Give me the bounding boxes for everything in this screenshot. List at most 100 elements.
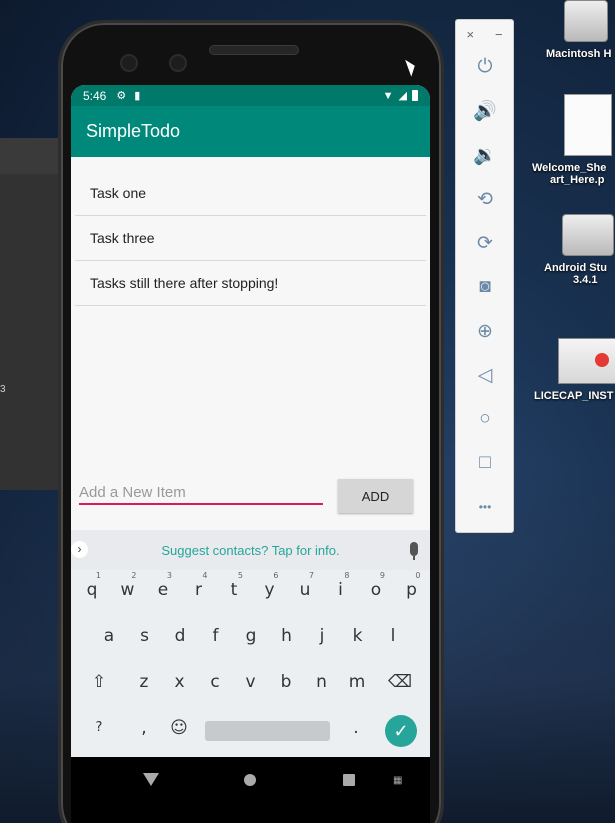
keyboard-row-1: q1w2e3r4t5y6u7i8o9p0 (71, 570, 430, 616)
emoji-key-icon[interactable]: ☺ (164, 708, 194, 748)
desktop-icon-welcome[interactable]: Welcome_She art_Here.p (532, 94, 615, 186)
recents-square-icon[interactable] (343, 774, 355, 786)
key-g[interactable]: g (236, 616, 266, 656)
key-u[interactable]: u7 (290, 570, 320, 610)
desktop-icon-android-studio[interactable]: Android Stu 3.4.1 (540, 214, 615, 286)
key-t[interactable]: t5 (219, 570, 249, 610)
contacts-suggestion[interactable]: Suggest contacts? Tap for info. (71, 543, 430, 558)
minimize-icon[interactable]: − (495, 27, 503, 42)
keyboard-row-4: ?123 , ☺ . ✓ (71, 708, 430, 775)
space-key[interactable] (205, 721, 330, 741)
app-title: SimpleTodo (86, 121, 181, 141)
more-options-icon[interactable]: ••• (470, 492, 500, 522)
key-hint: 8 (344, 571, 350, 580)
key-x[interactable]: x (165, 662, 195, 702)
shift-key-icon[interactable]: ⇧ (84, 662, 114, 702)
volume-up-icon[interactable]: 🔊 (470, 96, 500, 126)
phone-screen: 5:46 ⚙ ▮ ▼ ◢ SimpleTodo Task one Task th… (71, 85, 430, 823)
home-icon[interactable]: ○ (470, 404, 500, 434)
volume-down-icon[interactable]: 🔉 (470, 140, 500, 170)
sd-card-icon: ▮ (134, 90, 141, 102)
key-v[interactable]: v (236, 662, 266, 702)
emulator-toolbar: × − ⏻ 🔊 🔉 ⟲ ⟳ ◙ ⊕ ◁ ○ □ ••• (455, 19, 514, 533)
microphone-icon[interactable] (410, 542, 418, 560)
settings-icon: ⚙ (116, 90, 127, 102)
disk-image-icon (562, 214, 614, 256)
hard-drive-icon (564, 0, 608, 42)
key-p[interactable]: p0 (397, 570, 427, 610)
installer-icon (558, 338, 615, 384)
back-triangle-icon[interactable] (143, 773, 159, 786)
key-n[interactable]: n (307, 662, 337, 702)
key-w[interactable]: w2 (113, 570, 143, 610)
desktop-icon-macintosh-hd[interactable]: Macintosh H (534, 0, 615, 60)
key-i[interactable]: i8 (326, 570, 356, 610)
wifi-icon: ▼ (382, 89, 394, 102)
key-hint: 5 (237, 571, 243, 580)
key-j[interactable]: j (307, 616, 337, 656)
key-h[interactable]: h (272, 616, 302, 656)
key-c[interactable]: c (200, 662, 230, 702)
home-circle-icon[interactable] (244, 774, 256, 786)
zoom-icon[interactable]: ⊕ (470, 316, 500, 346)
soft-keyboard: › Suggest contacts? Tap for info. q1w2e3… (71, 530, 430, 775)
key-s[interactable]: s (130, 616, 160, 656)
system-nav-bar: ▦ (71, 757, 430, 823)
key-hint: 2 (131, 571, 137, 580)
key-b[interactable]: b (271, 662, 301, 702)
task-list: Task one Task three Tasks still there af… (71, 171, 430, 306)
key-hint: 7 (308, 571, 314, 580)
key-hint: 6 (273, 571, 279, 580)
comma-key[interactable]: , (129, 708, 159, 748)
add-item-row: ADD (71, 477, 430, 517)
enter-check-icon[interactable]: ✓ (385, 715, 417, 747)
desktop-icon-label: 3.4.1 (573, 274, 598, 286)
overview-icon[interactable]: □ (470, 448, 500, 478)
keyboard-switch-icon[interactable]: ▦ (393, 775, 402, 786)
desktop-icon-label: Macintosh H (546, 48, 612, 60)
key-d[interactable]: d (165, 616, 195, 656)
status-time: 5:46 (83, 88, 107, 103)
key-hint: 4 (202, 571, 208, 580)
signal-icon: ◢ (398, 90, 407, 102)
suggestion-strip: › Suggest contacts? Tap for info. (71, 530, 430, 570)
list-item[interactable]: Tasks still there after stopping! (75, 261, 426, 306)
power-icon[interactable]: ⏻ (470, 52, 500, 82)
close-icon[interactable]: × (466, 27, 474, 42)
list-item[interactable]: Task three (75, 216, 426, 261)
key-l[interactable]: l (378, 616, 408, 656)
camera-screenshot-icon[interactable]: ◙ (470, 272, 500, 302)
key-y[interactable]: y6 (255, 570, 285, 610)
backspace-key-icon[interactable]: ⌫ (385, 662, 415, 702)
period-key[interactable]: . (341, 708, 371, 748)
list-item[interactable]: Task one (75, 171, 426, 216)
desktop-icon-label: Welcome_She (532, 162, 607, 174)
key-e[interactable]: e3 (148, 570, 178, 610)
document-icon (564, 94, 612, 156)
key-r[interactable]: r4 (184, 570, 214, 610)
app-bar: SimpleTodo (71, 106, 430, 157)
phone-speaker (209, 45, 299, 55)
key-q[interactable]: q1 (77, 570, 107, 610)
back-icon[interactable]: ◁ (470, 360, 500, 390)
rotate-right-icon[interactable]: ⟳ (470, 228, 500, 258)
camera-icon (120, 54, 138, 72)
window-text: 3 (0, 384, 6, 395)
key-k[interactable]: k (343, 616, 373, 656)
background-window[interactable]: 3 (0, 138, 58, 490)
key-o[interactable]: o9 (361, 570, 391, 610)
chevron-right-icon[interactable]: › (71, 541, 88, 558)
rotate-left-icon[interactable]: ⟲ (470, 184, 500, 214)
key-hint: 1 (95, 571, 101, 580)
key-z[interactable]: z (129, 662, 159, 702)
add-button[interactable]: ADD (338, 479, 413, 513)
desktop-icon-licecap[interactable]: LICECAP_INST (534, 338, 615, 402)
new-item-input[interactable] (79, 481, 323, 505)
desktop-icon-label: Android Stu (544, 262, 607, 274)
symbols-key[interactable]: ?123 (84, 708, 114, 775)
sensor-icon (169, 54, 187, 72)
key-f[interactable]: f (201, 616, 231, 656)
key-a[interactable]: a (94, 616, 124, 656)
key-m[interactable]: m (342, 662, 372, 702)
keyboard-row-2: asdfghjkl (71, 616, 430, 662)
